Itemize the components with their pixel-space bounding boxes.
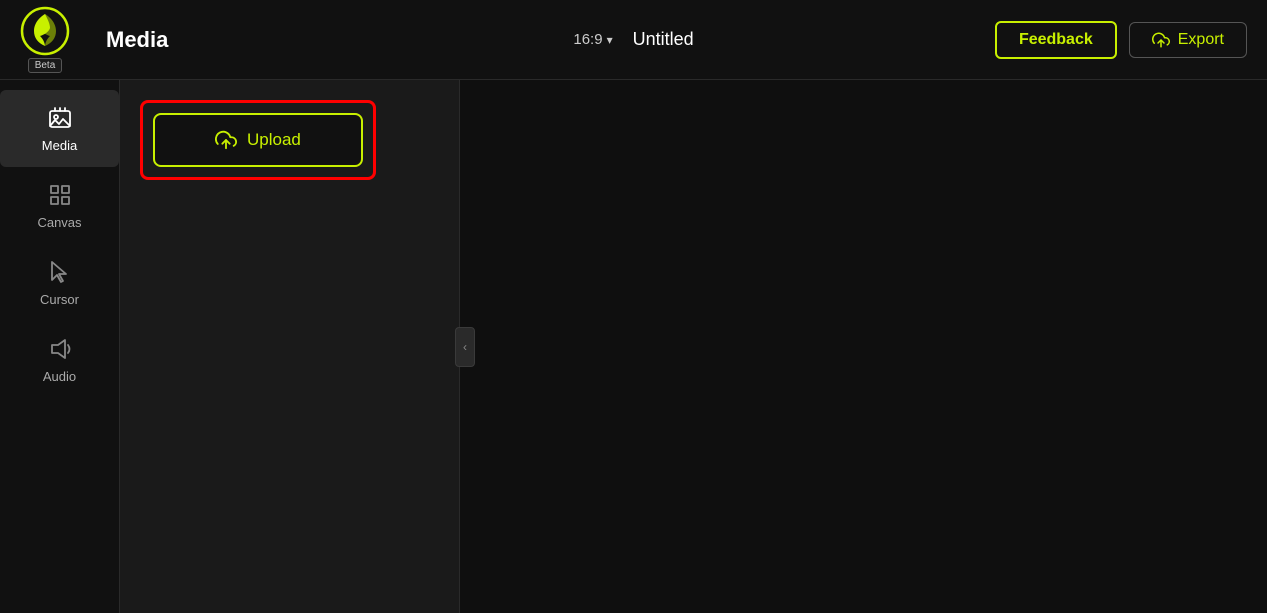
main-layout: Media Canvas Cursor Audio bbox=[0, 80, 1267, 613]
header-right: Feedback Export bbox=[995, 21, 1247, 59]
chevron-left-icon: ‹ bbox=[463, 340, 467, 354]
chevron-down-icon: ▾ bbox=[607, 33, 613, 47]
aspect-ratio-button[interactable]: 16:9 ▾ bbox=[573, 31, 612, 48]
pika-logo-icon bbox=[20, 6, 70, 56]
document-title: Untitled bbox=[633, 29, 694, 50]
sidebar-item-media[interactable]: Media bbox=[0, 90, 119, 167]
sidebar-item-cursor[interactable]: Cursor bbox=[0, 244, 119, 321]
beta-badge: Beta bbox=[28, 58, 63, 73]
media-panel: Upload ‹ bbox=[120, 80, 460, 613]
header: Beta Media 16:9 ▾ Untitled Feedback Expo… bbox=[0, 0, 1267, 80]
sidebar-item-audio[interactable]: Audio bbox=[0, 321, 119, 398]
media-icon bbox=[46, 104, 74, 132]
upload-highlight-box: Upload bbox=[140, 100, 376, 180]
header-left: Beta Media bbox=[20, 6, 168, 73]
export-button[interactable]: Export bbox=[1129, 22, 1247, 58]
sidebar-item-canvas[interactable]: Canvas bbox=[0, 167, 119, 244]
sidebar: Media Canvas Cursor Audio bbox=[0, 80, 120, 613]
logo-area: Beta bbox=[20, 6, 70, 73]
collapse-panel-button[interactable]: ‹ bbox=[455, 327, 475, 367]
upload-cloud-icon bbox=[1152, 31, 1170, 49]
cursor-icon bbox=[46, 258, 74, 286]
media-panel-title: Media bbox=[106, 27, 168, 53]
upload-icon bbox=[215, 129, 237, 151]
canvas-area bbox=[460, 80, 1267, 613]
sidebar-label-cursor: Cursor bbox=[40, 292, 79, 307]
header-center: 16:9 ▾ Untitled bbox=[573, 29, 693, 50]
audio-icon bbox=[46, 335, 74, 363]
sidebar-label-media: Media bbox=[42, 138, 77, 153]
sidebar-label-audio: Audio bbox=[43, 369, 76, 384]
upload-button[interactable]: Upload bbox=[153, 113, 363, 167]
feedback-button[interactable]: Feedback bbox=[995, 21, 1117, 59]
sidebar-label-canvas: Canvas bbox=[37, 215, 81, 230]
canvas-icon bbox=[46, 181, 74, 209]
